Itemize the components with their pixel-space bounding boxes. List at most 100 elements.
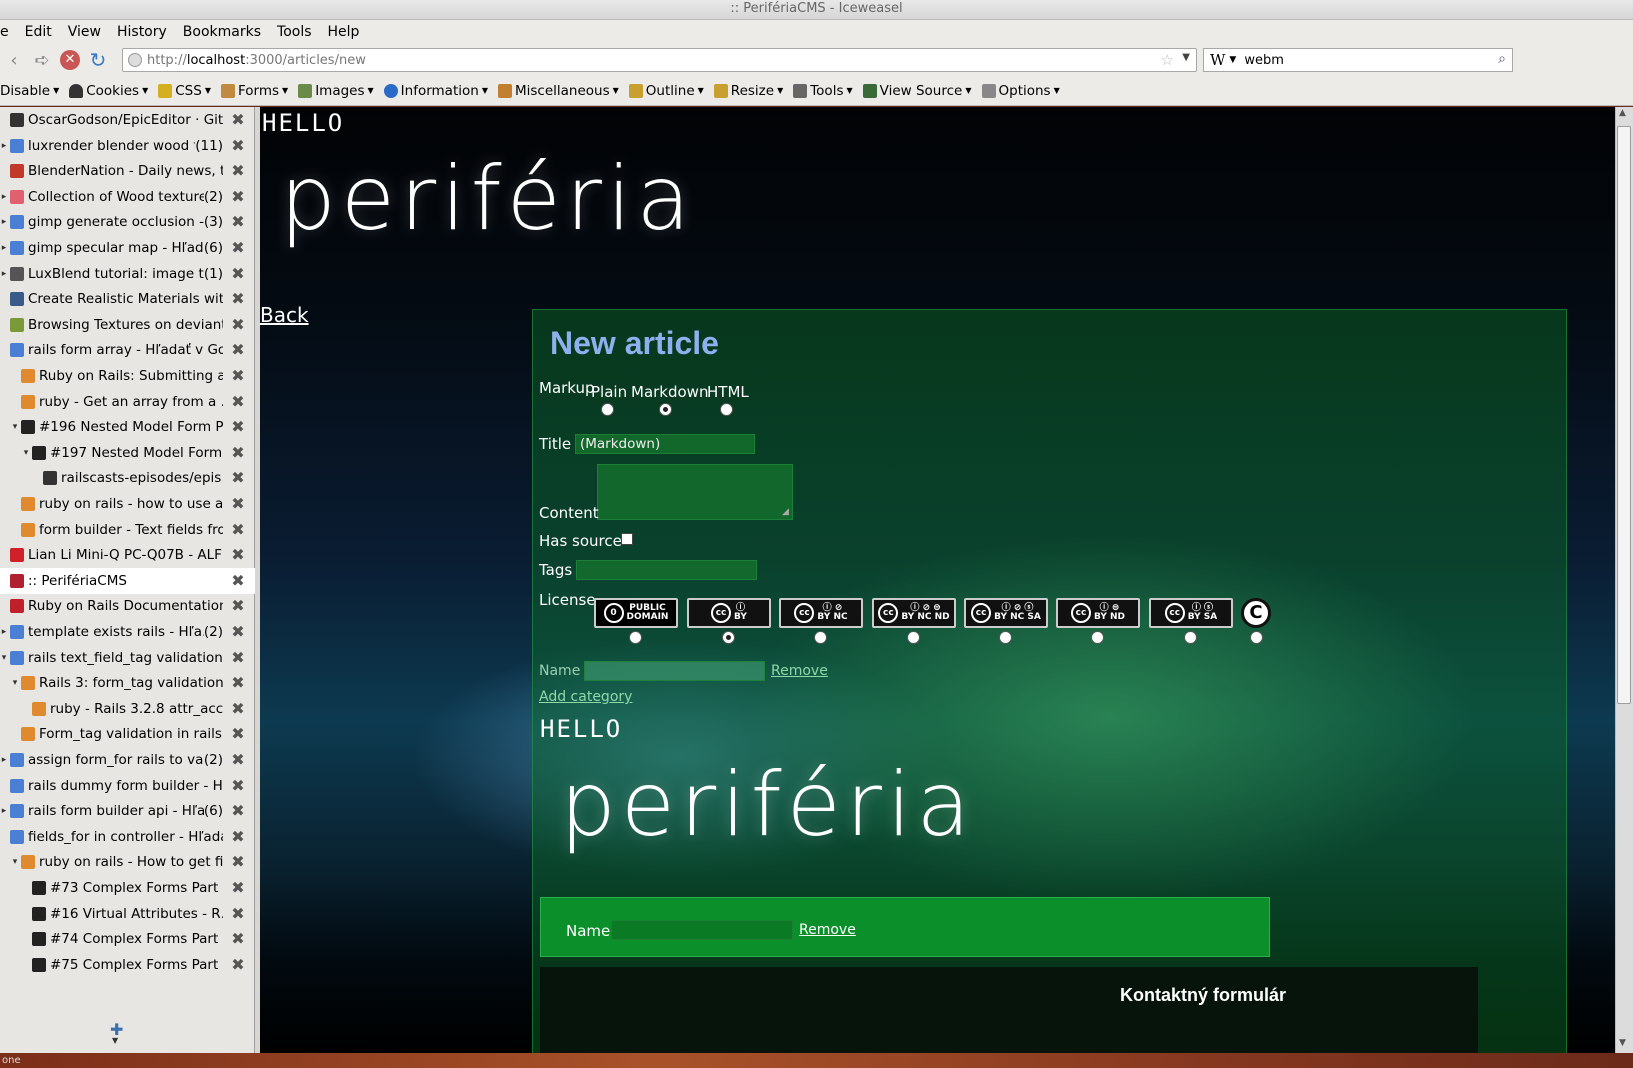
sidebar-tab[interactable]: OscarGodson/EpicEditor · Git… ✖	[0, 107, 255, 133]
tree-twisty-icon[interactable]: ▾	[0, 653, 8, 663]
search-icon[interactable]: ⌕	[1498, 51, 1506, 67]
sidebar-tab[interactable]: ▾ Rails 3: form_tag validation … ✖	[0, 670, 255, 696]
sidebar-tab[interactable]: ▾ #196 Nested Model Form P… ✖	[0, 414, 255, 440]
sidebar-tab[interactable]: ▸ rails form builder api - Hľa… (6) ✖	[0, 798, 255, 824]
sidebar-tab[interactable]: railscasts-episodes/epis… ✖	[0, 465, 255, 491]
license-cc-by-badge[interactable]: cc ⓘ BY	[687, 598, 771, 628]
remove-category2-link[interactable]: Remove	[799, 922, 856, 938]
menu-bookmarks[interactable]: Bookmarks	[175, 20, 269, 44]
markup-markdown-radio[interactable]	[659, 403, 672, 416]
tree-twisty-icon[interactable]: ▾	[11, 422, 19, 432]
sidebar-tab[interactable]: ▸ luxrender blender wood fl…(11) ✖	[0, 133, 255, 159]
close-tab-icon[interactable]: ✖	[229, 546, 247, 564]
close-tab-icon[interactable]: ✖	[229, 674, 247, 692]
close-tab-icon[interactable]: ✖	[229, 290, 247, 308]
site-identity-icon[interactable]	[128, 53, 142, 67]
sidebar-tab[interactable]: #16 Virtual Attributes - R… ✖	[0, 901, 255, 927]
sidebar-tab[interactable]: ▾ ruby on rails - How to get fi… ✖	[0, 849, 255, 875]
category-name-input[interactable]	[584, 661, 765, 681]
tree-twisty-icon[interactable]: ▸	[0, 141, 8, 151]
license-cc-by-nc-nd-badge[interactable]: cc ⓘ ⊘ ⊜ BY NC ND	[872, 598, 956, 628]
license-cc-by-nc-sa-badge[interactable]: cc ⓘ ⊘ ⓢ BY NC SA	[964, 598, 1048, 628]
sidebar-tab[interactable]: ruby - Get an array from a … ✖	[0, 389, 255, 415]
sidebar-tab[interactable]: :: PerifériaCMS ✖	[0, 568, 255, 594]
devbar-information[interactable]: Information ▼	[383, 83, 488, 99]
tree-twisty-icon[interactable]: ▾	[11, 857, 19, 867]
close-tab-icon[interactable]: ✖	[229, 572, 247, 590]
license-cc-by-nc-badge[interactable]: cc ⓘ ⊘ BY NC	[779, 598, 863, 628]
menu-help[interactable]: Help	[320, 20, 368, 44]
tree-twisty-icon[interactable]: ▾	[22, 448, 30, 458]
sidebar-tab[interactable]: ▸ gimp specular map - Hľad… (6) ✖	[0, 235, 255, 261]
close-tab-icon[interactable]: ✖	[229, 444, 247, 462]
markup-html-radio[interactable]	[720, 403, 733, 416]
sidebar-tab[interactable]: #73 Complex Forms Part … ✖	[0, 875, 255, 901]
tree-twisty-icon[interactable]: ▸	[0, 269, 8, 279]
close-tab-icon[interactable]: ✖	[229, 777, 247, 795]
chevron-down-icon[interactable]: ▼	[112, 1036, 118, 1045]
search-input[interactable]: webm	[1244, 53, 1284, 68]
license-cc-by-nd-badge[interactable]: cc ⓘ ⊜ BY ND	[1056, 598, 1140, 628]
close-tab-icon[interactable]: ✖	[229, 495, 247, 513]
license-cc-by-nc-sa-radio[interactable]	[999, 631, 1012, 644]
search-bar[interactable]: W ▼ webm ⌕	[1203, 48, 1513, 72]
license-cc-by-sa-radio[interactable]	[1184, 631, 1197, 644]
site-logo[interactable]: periféria	[280, 147, 695, 250]
license-cc-by-nc-radio[interactable]	[814, 631, 827, 644]
close-tab-icon[interactable]: ✖	[229, 623, 247, 641]
close-tab-icon[interactable]: ✖	[229, 188, 247, 206]
close-tab-icon[interactable]: ✖	[229, 367, 247, 385]
close-tab-icon[interactable]: ✖	[229, 649, 247, 667]
tree-twisty-icon[interactable]: ▸	[0, 806, 8, 816]
license-cc-by-nc-nd-radio[interactable]	[907, 631, 920, 644]
devbar-resize[interactable]: Resize ▼	[713, 83, 783, 99]
devbar-cookies[interactable]: Cookies ▼	[69, 83, 148, 99]
menu-view[interactable]: View	[60, 20, 109, 44]
sidebar-tab[interactable]: fields_for in controller - Hľada… ✖	[0, 824, 255, 850]
close-tab-icon[interactable]: ✖	[229, 725, 247, 743]
sidebar-tab[interactable]: Ruby on Rails: Submitting a… ✖	[0, 363, 255, 389]
close-tab-icon[interactable]: ✖	[229, 802, 247, 820]
close-tab-icon[interactable]: ✖	[229, 111, 247, 129]
title-input[interactable]: (Markdown)	[575, 434, 755, 454]
close-tab-icon[interactable]: ✖	[229, 828, 247, 846]
content-textarea[interactable]	[597, 464, 793, 520]
sidebar-tab[interactable]: ▸ Collection of Wood texture… (2) ✖	[0, 184, 255, 210]
sidebar-tab[interactable]: BlenderNation - Daily news, t… ✖	[0, 158, 255, 184]
devbar-miscellaneous[interactable]: Miscellaneous ▼	[497, 83, 619, 99]
close-tab-icon[interactable]: ✖	[229, 162, 247, 180]
sidebar-tab[interactable]: Ruby on Rails Documentation ✖	[0, 593, 255, 619]
license-public-domain-badge[interactable]: 0 PUBLIC DOMAIN	[594, 598, 678, 628]
markup-plain-radio[interactable]	[601, 403, 614, 416]
tree-twisty-icon[interactable]: ▸	[0, 192, 8, 202]
sidebar-tab[interactable]: Lian Li Mini-Q PC-Q07B - ALF… ✖	[0, 542, 255, 568]
remove-category-link[interactable]: Remove	[771, 663, 828, 679]
license-copyright-icon[interactable]: C	[1241, 598, 1271, 628]
close-tab-icon[interactable]: ✖	[229, 341, 247, 359]
close-tab-icon[interactable]: ✖	[229, 956, 247, 974]
menu-tools[interactable]: Tools	[269, 20, 320, 44]
license-cc-by-radio[interactable]	[722, 631, 735, 644]
sidebar-tab[interactable]: ▸ gimp generate occlusion - … (3) ✖	[0, 209, 255, 235]
close-tab-icon[interactable]: ✖	[229, 930, 247, 948]
sidebar-tab[interactable]: rails dummy form builder - Hľ… ✖	[0, 773, 255, 799]
sidebar-tab[interactable]: Form_tag validation in rails … ✖	[0, 721, 255, 747]
add-category-link[interactable]: Add category	[539, 689, 632, 705]
close-tab-icon[interactable]: ✖	[229, 137, 247, 155]
sidebar-tab[interactable]: #75 Complex Forms Part … ✖	[0, 952, 255, 978]
devbar-forms[interactable]: Forms ▼	[220, 83, 288, 99]
bookmark-star-icon[interactable]: ☆	[1161, 51, 1174, 69]
devbar-css[interactable]: CSS ▼	[158, 83, 211, 99]
devbar-options[interactable]: Options ▼	[981, 83, 1060, 99]
menu-edit[interactable]: Edit	[17, 20, 60, 44]
sidebar-tab[interactable]: rails form array - Hľadať v Go… ✖	[0, 337, 255, 363]
sidebar-tab[interactable]: ▸ assign form_for rails to var… (2) ✖	[0, 747, 255, 773]
tree-twisty-icon[interactable]: ▸	[0, 627, 8, 637]
license-copyright-radio[interactable]	[1250, 631, 1263, 644]
menu-file[interactable]: e	[0, 20, 17, 44]
url-history-dropdown-icon[interactable]: ▼	[1182, 52, 1190, 63]
forward-button[interactable]: ➪	[28, 46, 56, 74]
close-tab-icon[interactable]: ✖	[229, 597, 247, 615]
sidebar-tab[interactable]: ruby on rails - how to use a… ✖	[0, 491, 255, 517]
stop-button[interactable]: ✕	[56, 46, 84, 74]
